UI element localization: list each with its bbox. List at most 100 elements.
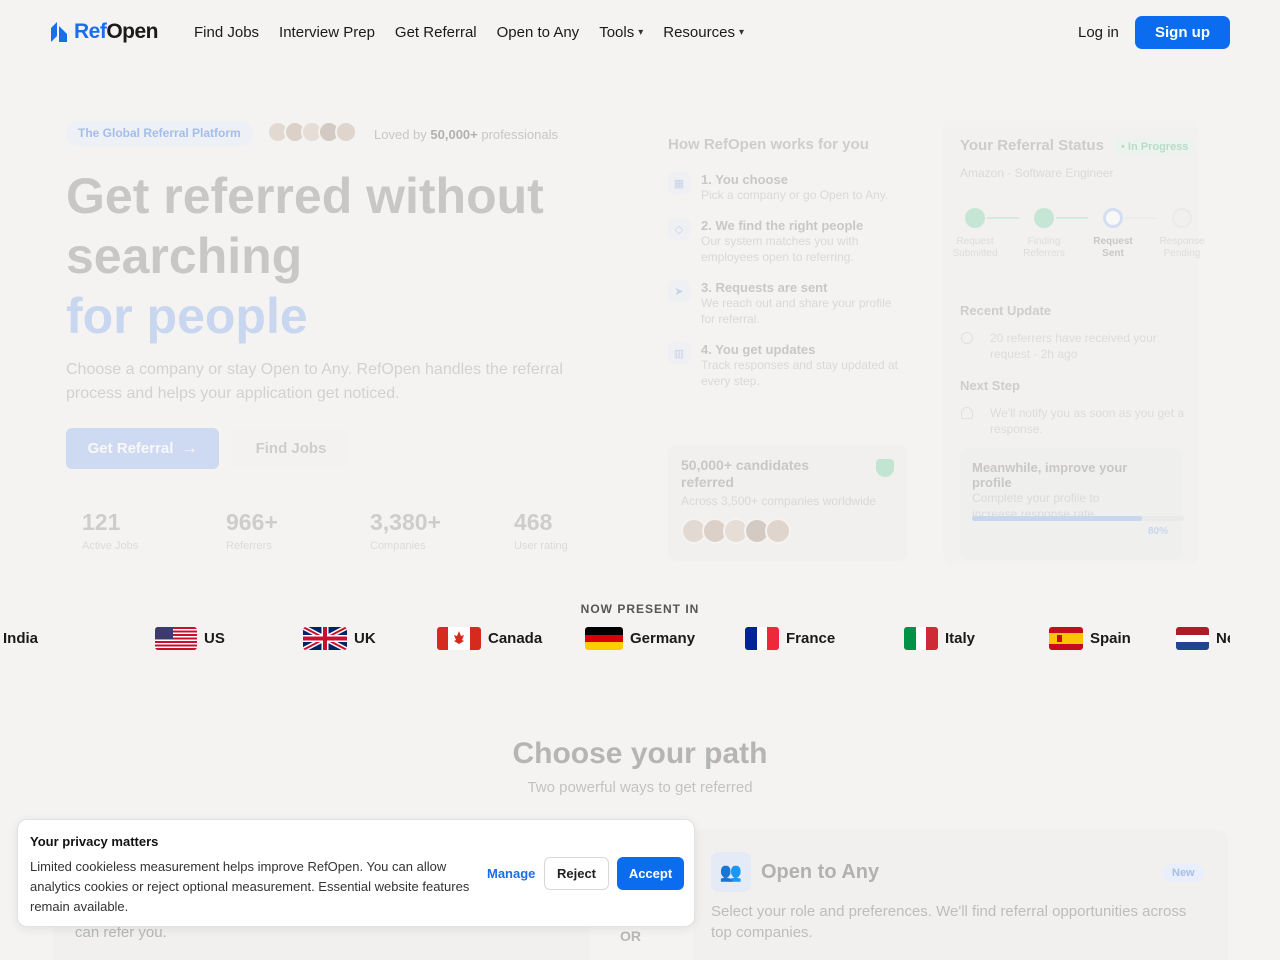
top-nav: RefOpen Find Jobs Interview Prep Get Ref… — [0, 0, 1280, 64]
netherlands-flag-icon — [1176, 626, 1209, 650]
building-icon: ▦ — [668, 172, 690, 194]
hero-title-line2: searching — [66, 228, 303, 284]
how-step: ▥ 4. You get updates Track responses and s… — [668, 342, 908, 389]
hero-section: The Global Referral Platform Loved by 50… — [0, 100, 1280, 580]
loved-prefix: Loved by — [374, 127, 427, 142]
nav-tools[interactable]: Tools ▾ — [599, 24, 643, 41]
or-divider: OR — [620, 928, 641, 944]
logo-ref-text: Ref — [74, 20, 107, 43]
step-title: 3. Requests are sent — [701, 280, 828, 295]
status-company: Amazon · Software Engineer — [960, 166, 1114, 180]
country-canada: Canada — [437, 626, 542, 650]
recent-update-title: Recent Update — [960, 303, 1052, 318]
country-italy: Italy — [904, 626, 975, 650]
country-name: Italy — [945, 629, 976, 647]
open-to-any-title: Open to Any — [761, 861, 880, 883]
nav-interview-prep[interactable]: Interview Prep — [279, 24, 375, 41]
recent-update-text: 20 referrers have received your request … — [990, 331, 1157, 361]
country-us: US — [155, 626, 225, 650]
candidates-card: 50,000+ candidates referred Across 3,500… — [668, 445, 907, 561]
hero-title-line1: Get referred without — [66, 168, 544, 224]
hero-title: Get referred without searching for peopl… — [66, 166, 544, 346]
cookie-title: Your privacy matters — [30, 834, 159, 849]
stat-companies: 3,380+ Companies — [370, 509, 514, 552]
avatar-group — [681, 518, 894, 544]
open-to-any-card[interactable]: 👥 Open to Any New Select your role and p… — [693, 830, 1228, 960]
find-jobs-button[interactable]: Find Jobs — [233, 428, 349, 469]
stats-row: 121 Active Jobs 966+ Referrers 3,380+ Compa… — [82, 509, 658, 552]
how-step: ◇ 2. We find the right people Our system m… — [668, 218, 908, 265]
country-netherlands: Netherlands — [1176, 626, 1230, 650]
country-india: India — [0, 626, 38, 650]
chevron-down-icon: ▾ — [638, 27, 644, 38]
france-flag-icon — [745, 626, 779, 650]
loved-by-text: Loved by 50,000+ professionals — [374, 127, 558, 142]
cookie-reject-button[interactable]: Reject — [544, 857, 609, 890]
tracker-label: Request Sent — [1093, 236, 1133, 259]
next-step-text: We'll notify you as soon as you get a re… — [990, 406, 1185, 436]
avatar — [765, 518, 791, 544]
stat-label: User rating — [514, 540, 568, 552]
country-name: Canada — [488, 629, 543, 647]
nav-get-referral[interactable]: Get Referral — [395, 24, 477, 41]
shield-check-icon — [876, 459, 894, 477]
country-france: France — [745, 626, 835, 650]
how-step: ➤ 3. Requests are sent We reach out and sh… — [668, 280, 908, 327]
send-icon: ➤ — [668, 280, 690, 302]
next-step-title: Next Step — [960, 378, 1020, 393]
country-name: Spain — [1090, 629, 1131, 647]
nav-tools-label: Tools — [599, 24, 635, 41]
step-desc: Pick a company or go Open to Any. — [701, 188, 889, 202]
stat-label: Companies — [370, 540, 426, 552]
us-flag-icon — [155, 626, 197, 650]
cookie-banner: Your privacy matters Limited cookieless … — [17, 819, 695, 927]
tracker-line — [1056, 217, 1088, 219]
italy-flag-icon — [904, 626, 938, 650]
progress-fill — [972, 516, 1142, 521]
candidates-subtitle: Across 3,500+ companies worldwide — [681, 494, 877, 508]
present-in-title: NOW PRESENT IN — [580, 602, 700, 616]
stat-value: 121 — [82, 509, 121, 535]
referral-status-card: Your Referral Status • In Progress Amazo… — [943, 120, 1205, 565]
nav-links: Find Jobs Interview Prep Get Referral Op… — [194, 24, 764, 41]
avatar-group — [267, 121, 357, 143]
country-name: India — [3, 629, 39, 647]
country-uk: UK — [303, 626, 376, 650]
stat-active-jobs: 121 Active Jobs — [82, 509, 226, 552]
target-icon: ◇ — [668, 218, 690, 240]
new-badge: New — [1163, 864, 1204, 882]
status-badge: • In Progress — [1113, 138, 1197, 156]
users-icon: 👥 — [711, 852, 751, 892]
stat-value: 966+ — [226, 509, 278, 535]
canada-flag-icon — [437, 626, 481, 650]
chart-icon: ▥ — [668, 342, 690, 364]
progress-percent: 80% — [1147, 526, 1168, 537]
stat-rating: 468 User rating — [514, 509, 658, 552]
cookie-manage-button[interactable]: Manage — [487, 866, 535, 881]
nav-resources-label: Resources — [663, 24, 735, 41]
tracker-line — [1125, 217, 1157, 219]
tracker-label: Finding Referrers — [1023, 236, 1065, 259]
nav-open-to-any[interactable]: Open to Any — [497, 24, 580, 41]
check-icon — [1034, 208, 1054, 228]
nav-find-jobs[interactable]: Find Jobs — [194, 24, 259, 41]
get-referral-button[interactable]: Get Referral → — [66, 428, 219, 469]
how-it-works: How RefOpen works for you ▦ 1. You choose… — [668, 136, 908, 404]
cookie-accept-button[interactable]: Accept — [617, 857, 684, 890]
stat-referrers: 966+ Referrers — [226, 509, 370, 552]
step-title: 4. You get updates — [701, 342, 816, 357]
pending-step-dot — [1172, 208, 1192, 228]
country-name: France — [786, 629, 836, 647]
nav-resources[interactable]: Resources ▾ — [663, 24, 744, 41]
login-link[interactable]: Log in — [1078, 24, 1119, 41]
country-germany: Germany — [585, 626, 695, 650]
logo-mark-icon — [51, 22, 67, 42]
chevron-down-icon: ▾ — [738, 27, 744, 38]
signup-button[interactable]: Sign up — [1135, 16, 1230, 49]
platform-badge: The Global Referral Platform — [66, 121, 253, 146]
avatar — [335, 121, 357, 143]
cookie-body: Limited cookieless measurement helps imp… — [30, 859, 470, 914]
country-name: Netherlands — [1216, 629, 1230, 647]
choose-path-title: Choose your path — [512, 737, 768, 770]
refopen-logo[interactable]: RefOpen — [50, 20, 159, 44]
